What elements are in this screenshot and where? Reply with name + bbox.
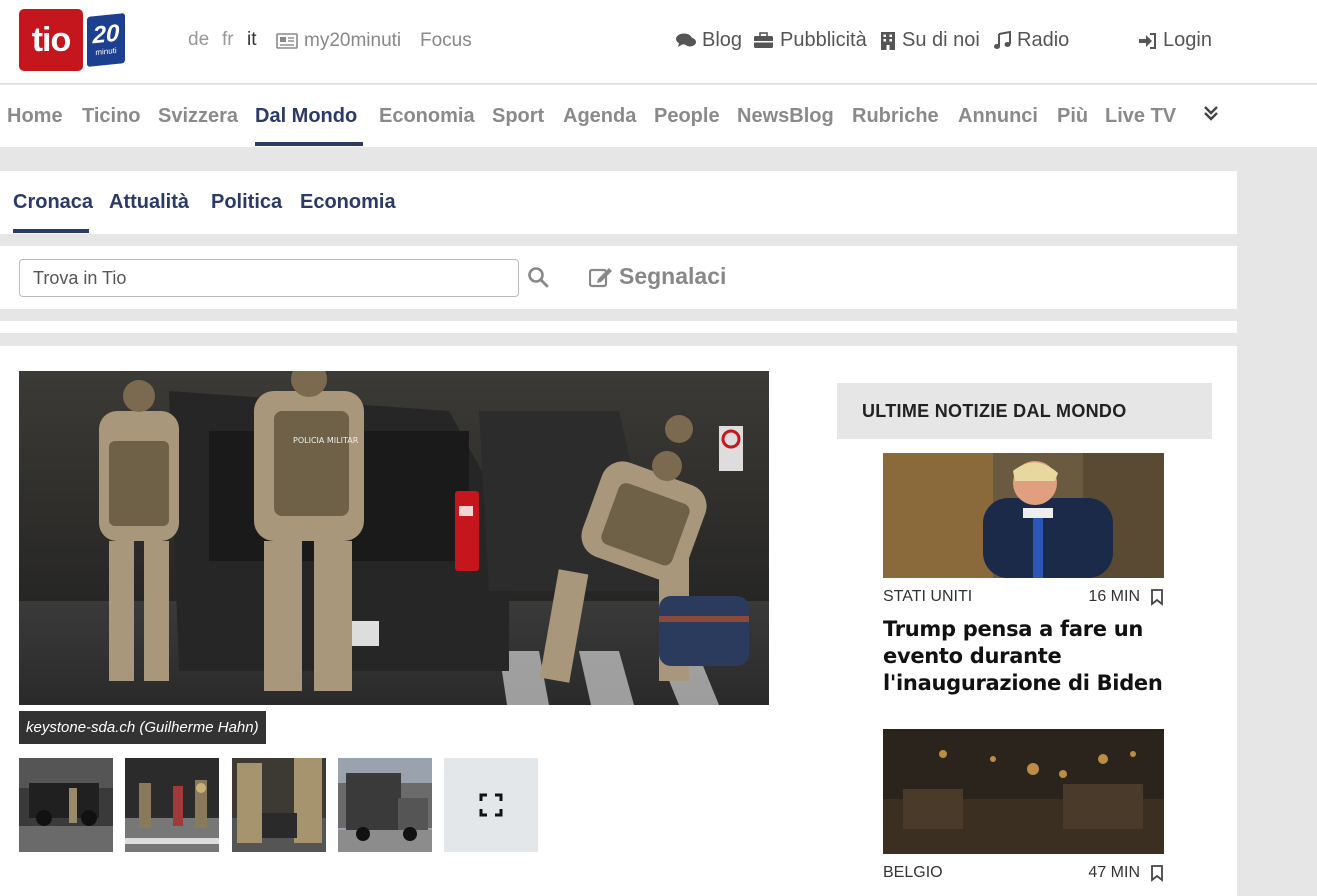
20-minuti-logo[interactable]: 20 minuti bbox=[87, 13, 125, 67]
bookmark-icon[interactable] bbox=[1150, 588, 1164, 606]
expand-icon bbox=[479, 793, 503, 817]
sidebar-item-2-image[interactable] bbox=[883, 729, 1164, 854]
su-di-noi-label: Su di noi bbox=[902, 29, 980, 51]
subnav-economia[interactable]: Economia bbox=[300, 191, 396, 214]
lang-de[interactable]: de bbox=[188, 29, 209, 51]
nav-economia[interactable]: Economia bbox=[379, 105, 475, 128]
focus-link[interactable]: Focus bbox=[420, 30, 472, 52]
edit-icon bbox=[589, 267, 612, 287]
divider-bar bbox=[0, 321, 1237, 333]
subnav-active-indicator bbox=[13, 229, 89, 233]
subnav-cronaca[interactable]: Cronaca bbox=[13, 191, 93, 214]
gallery-thumb-3[interactable] bbox=[232, 758, 326, 852]
tio-logo[interactable]: tio bbox=[19, 9, 83, 71]
pubblicita-label: Pubblicità bbox=[780, 29, 867, 51]
search-row: Segnalaci bbox=[0, 246, 1237, 309]
sidebar-item-2-time: 47 MIN bbox=[1088, 864, 1140, 881]
sidebar-item-2-category[interactable]: BELGIO bbox=[883, 864, 943, 882]
sidebar-item-1-meta: STATI UNITI 16 MIN bbox=[883, 588, 1164, 606]
nav-svizzera[interactable]: Svizzera bbox=[158, 105, 238, 128]
nav-annunci[interactable]: Annunci bbox=[958, 105, 1038, 128]
nav-rubriche[interactable]: Rubriche bbox=[852, 105, 939, 128]
tio-logo-text: tio bbox=[31, 20, 72, 59]
main-nav: Home Ticino Svizzera Dal Mondo Economia … bbox=[0, 85, 1317, 147]
segnalaci-button[interactable]: Segnalaci bbox=[589, 263, 726, 290]
nav-ticino[interactable]: Ticino bbox=[82, 105, 141, 128]
bookmark-icon[interactable] bbox=[1150, 864, 1164, 882]
login-link[interactable]: Login bbox=[1138, 29, 1212, 52]
search-input[interactable] bbox=[19, 259, 519, 297]
sidebar-item-2-meta: BELGIO 47 MIN bbox=[883, 864, 1164, 882]
my20minuti-label: my20minuti bbox=[304, 30, 402, 51]
sidebar-item-1-title[interactable]: Trump pensa a fare un evento durante l'i… bbox=[883, 616, 1164, 697]
article-hero-image[interactable]: POLICIA MILITAR bbox=[19, 371, 769, 705]
lang-it[interactable]: it bbox=[247, 29, 257, 51]
chevron-double-down-icon[interactable] bbox=[1201, 103, 1221, 129]
nav-home[interactable]: Home bbox=[7, 105, 63, 128]
building-icon bbox=[881, 31, 895, 50]
radio-link[interactable]: Radio bbox=[994, 29, 1069, 52]
nav-active-indicator bbox=[255, 142, 363, 146]
nav-agenda[interactable]: Agenda bbox=[563, 105, 636, 128]
main-content: POLICIA MILITAR keystone-sda.ch (Guilher… bbox=[0, 346, 1237, 896]
20-logo-number: 20 bbox=[92, 19, 120, 50]
nav-people[interactable]: People bbox=[654, 105, 720, 128]
sub-nav: Cronaca Attualità Politica Economia bbox=[0, 171, 1237, 234]
sidebar-item-1-time: 16 MIN bbox=[1088, 588, 1140, 605]
segnalaci-label: Segnalaci bbox=[619, 263, 727, 289]
login-label: Login bbox=[1163, 29, 1212, 51]
gallery-thumb-1[interactable] bbox=[19, 758, 113, 852]
nav-piu[interactable]: Più bbox=[1057, 105, 1088, 128]
sidebar-item-1-image[interactable] bbox=[883, 453, 1164, 578]
radio-label: Radio bbox=[1017, 29, 1070, 51]
sidebar-item-1-category[interactable]: STATI UNITI bbox=[883, 588, 972, 606]
hero-badge-text: POLICIA MILITAR bbox=[293, 436, 359, 445]
blog-link[interactable]: Blog bbox=[676, 29, 742, 52]
pubblicita-link[interactable]: Pubblicità bbox=[753, 29, 867, 52]
su-di-noi-link[interactable]: Su di noi bbox=[880, 29, 980, 52]
gallery-thumb-4[interactable] bbox=[338, 758, 432, 852]
20-logo-sub: minuti bbox=[95, 45, 117, 58]
comments-icon bbox=[676, 33, 696, 47]
nav-dal-mondo[interactable]: Dal Mondo bbox=[255, 105, 357, 128]
nav-live-tv[interactable]: Live TV bbox=[1105, 105, 1176, 128]
subnav-attualita[interactable]: Attualità bbox=[109, 191, 189, 214]
briefcase-icon bbox=[754, 32, 773, 48]
gallery-thumb-2[interactable] bbox=[125, 758, 219, 852]
blog-label: Blog bbox=[702, 29, 743, 51]
sign-in-icon bbox=[1139, 32, 1156, 49]
newspaper-icon bbox=[276, 33, 298, 49]
top-bar: tio 20 minuti de fr it my20minuti Focus … bbox=[0, 0, 1317, 84]
my20minuti-link[interactable]: my20minuti bbox=[276, 30, 401, 52]
nav-newsblog[interactable]: NewsBlog bbox=[737, 105, 834, 128]
gallery-expand-button[interactable] bbox=[444, 758, 538, 852]
music-icon bbox=[994, 31, 1011, 49]
sidebar-heading: ULTIME NOTIZIE DAL MONDO bbox=[837, 383, 1212, 439]
search-icon[interactable] bbox=[527, 266, 549, 288]
lang-fr[interactable]: fr bbox=[222, 29, 234, 51]
nav-sport[interactable]: Sport bbox=[492, 105, 544, 128]
image-caption: keystone-sda.ch (Guilherme Hahn) bbox=[19, 711, 266, 744]
subnav-politica[interactable]: Politica bbox=[211, 191, 282, 214]
